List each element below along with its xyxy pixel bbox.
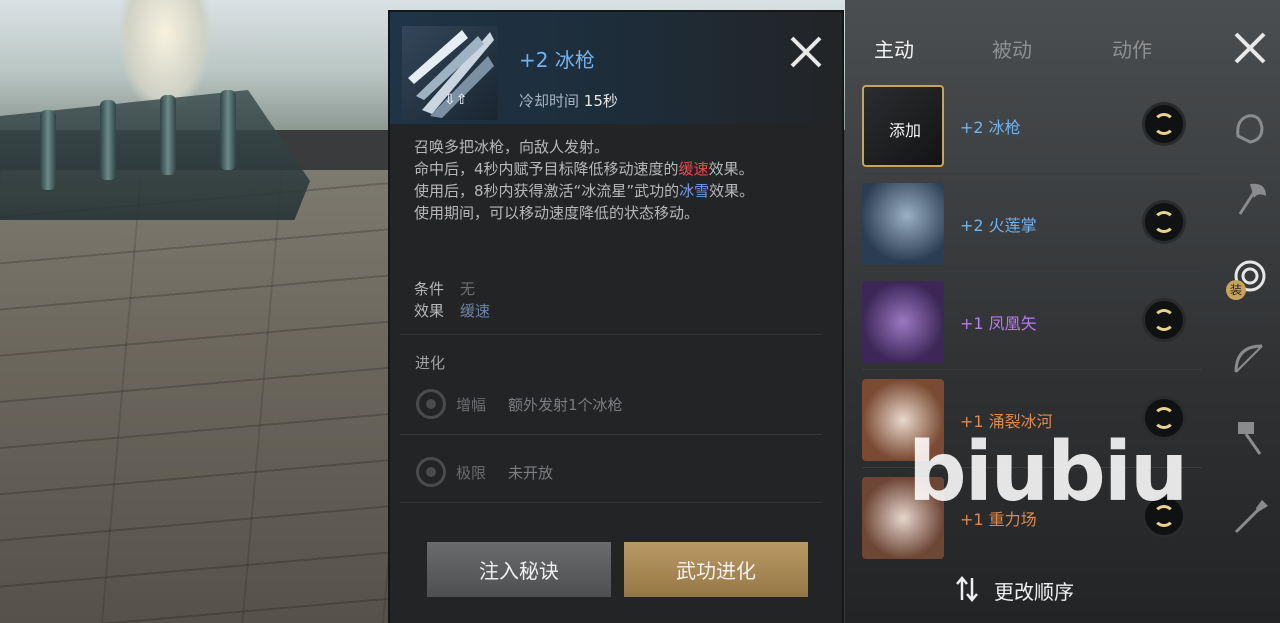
- effect-value: 缓速: [460, 302, 491, 320]
- evolution-label: 极限: [456, 464, 487, 482]
- bow-icon[interactable]: [1226, 336, 1272, 382]
- rail-post: [220, 90, 236, 170]
- divider: [400, 334, 822, 335]
- close-icon[interactable]: [786, 32, 826, 72]
- skill-row[interactable]: +2 火莲掌: [852, 176, 1202, 272]
- axe-icon[interactable]: [1226, 176, 1272, 222]
- condition-row: 条件无: [414, 278, 475, 299]
- swap-icon[interactable]: [1142, 200, 1186, 244]
- phoenix-arrow-skill-icon: [862, 281, 944, 363]
- evolution-value: 未开放: [508, 464, 554, 482]
- desc-line: 召唤多把冰枪，向敌人发射。: [414, 138, 610, 156]
- slow-keyword: 缓速: [678, 160, 709, 178]
- spear-icon[interactable]: [1226, 494, 1272, 540]
- inject-secret-button[interactable]: 注入秘诀: [427, 542, 611, 597]
- tree-glow: [120, 0, 210, 110]
- skill-name: +1 凤凰矢: [960, 314, 1037, 333]
- rail-post: [40, 110, 56, 190]
- evolve-skill-button[interactable]: 武功进化: [624, 542, 808, 597]
- condition-value: 无: [460, 280, 476, 298]
- evolution-row-amplify[interactable]: 增幅 额外发射1个冰枪: [400, 376, 822, 435]
- divider: [862, 369, 1202, 370]
- desc-line: 命中后，4秒内赋予目标降低移动速度的缓速效果。: [414, 160, 754, 178]
- reorder-button[interactable]: 更改顺序: [994, 576, 1074, 605]
- desc-line: 使用后，8秒内获得激活“冰流星”武功的冰雪效果。: [414, 182, 755, 200]
- skill-name: +2 火莲掌: [960, 216, 1037, 235]
- tab-passive[interactable]: 被动: [992, 34, 1032, 63]
- equipped-badge: 装: [1226, 280, 1246, 300]
- divider: [862, 173, 1202, 174]
- limit-icon: [416, 457, 446, 487]
- cooldown-label: 冷却时间: [519, 92, 580, 110]
- snow-keyword: 冰雪: [679, 182, 710, 200]
- upgrade-badge-icon: ⇩⇧: [444, 92, 468, 108]
- watermark-logo: biubiu: [908, 425, 1188, 520]
- stone-floor: [0, 170, 400, 623]
- rail-post: [160, 95, 176, 175]
- skill-description: 召唤多把冰枪，向敌人发射。 命中后，4秒内赋予目标降低移动速度的缓速效果。 使用…: [414, 136, 814, 224]
- swirl-orb-icon[interactable]: 装: [1226, 256, 1272, 302]
- evolution-title: 进化: [415, 354, 446, 372]
- skill-row[interactable]: 添加 +2 冰枪: [852, 78, 1202, 174]
- add-label: 添加: [888, 121, 921, 140]
- close-icon[interactable]: [1230, 28, 1270, 68]
- rail-post: [100, 100, 116, 180]
- skill-name: +2 冰枪: [960, 118, 1021, 137]
- desc-line: 使用期间，可以移动速度降低的状态移动。: [414, 204, 700, 222]
- ice-spear-skill-icon: ⇩⇧: [402, 26, 498, 120]
- fist-icon[interactable]: [1226, 106, 1272, 152]
- cooldown: 冷却时间 15秒: [519, 90, 618, 111]
- swap-icon[interactable]: [1142, 102, 1186, 146]
- divider: [862, 271, 1202, 272]
- skill-detail-panel: ⇩⇧ +2 冰枪 冷却时间 15秒 召唤多把冰枪，向敌人发射。 命中后，4秒内赋…: [390, 12, 842, 623]
- cooldown-value: 15秒: [583, 92, 618, 110]
- evolution-value: 额外发射1个冰枪: [508, 396, 623, 414]
- condition-label: 条件: [414, 280, 445, 298]
- reorder-icon[interactable]: [956, 576, 978, 602]
- fire-lotus-palm-skill-icon: [862, 183, 944, 265]
- effect-label: 效果: [414, 302, 445, 320]
- swap-icon[interactable]: [1142, 298, 1186, 342]
- effect-row: 效果 缓速: [414, 300, 490, 321]
- skill-title: +2 冰枪: [519, 48, 595, 72]
- tab-action[interactable]: 动作: [1112, 34, 1152, 63]
- amplify-icon: [416, 389, 446, 419]
- evolution-row-limit[interactable]: 极限 未开放: [400, 444, 822, 503]
- tab-active[interactable]: 主动: [874, 34, 914, 63]
- evolution-label: 增幅: [456, 396, 487, 414]
- ice-spear-skill-icon: 添加: [862, 85, 944, 167]
- skill-type-tabs: 主动 被动 动作: [850, 28, 1210, 68]
- skill-row[interactable]: +1 凤凰矢: [852, 274, 1202, 370]
- hammer-icon[interactable]: [1226, 414, 1272, 460]
